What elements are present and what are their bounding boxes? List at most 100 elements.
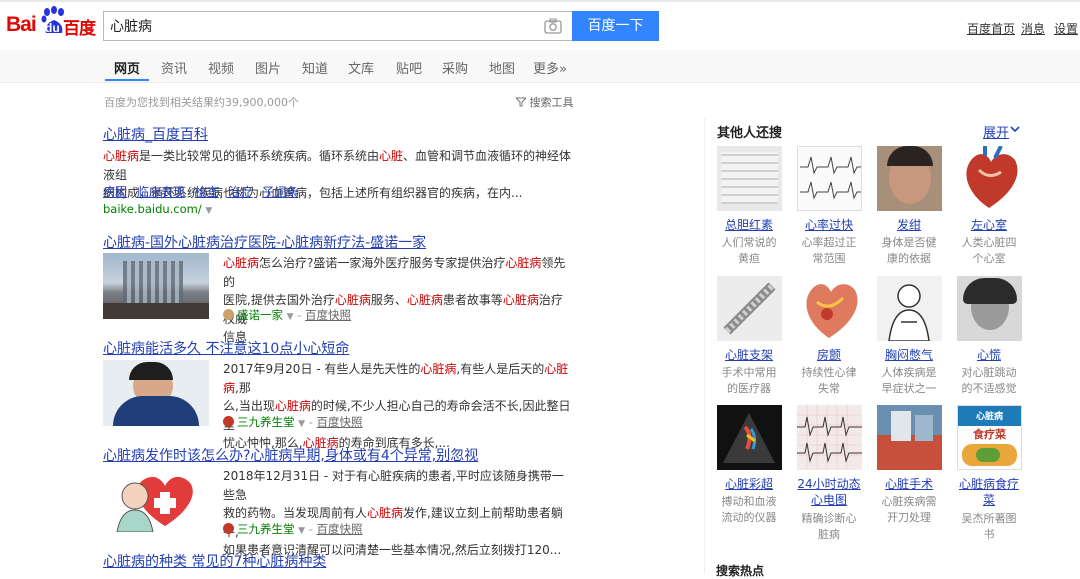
card-desc: 人们常说的 黄疸: [711, 235, 787, 267]
card-image-stent[interactable]: [717, 276, 782, 341]
result-url[interactable]: baike.baidu.com/ ▼: [103, 202, 212, 216]
tab-web[interactable]: 网页: [114, 58, 140, 77]
sublink-subentries[interactable]: 子词条: [262, 185, 298, 199]
sublink-exam[interactable]: 检查: [195, 185, 219, 199]
tab-more[interactable]: 更多»: [533, 58, 567, 77]
card-desc-line: 人类心脏四: [961, 236, 1017, 249]
source-name[interactable]: 三九养生堂: [237, 522, 295, 536]
card-name[interactable]: 心脏支架: [711, 347, 787, 363]
card-desc-line: 对心脏跳动: [961, 366, 1017, 379]
result-title[interactable]: 心脏病能活多久 不注意这10点小心短命: [103, 338, 349, 358]
highlight-term: 心脏病: [274, 399, 311, 413]
card-name[interactable]: 房颤: [791, 347, 867, 363]
card-image-palpitation[interactable]: [957, 276, 1022, 341]
card-image-left-ventricle[interactable]: [957, 146, 1022, 211]
camera-icon[interactable]: [544, 18, 562, 34]
snippet-line: 心脏病是一类比较常见的循环系统疾病。循环系统由心脏、血管和调节血液循环的神经体液…: [103, 147, 573, 184]
card-image-chest-tightness[interactable]: [877, 276, 942, 341]
tab-map[interactable]: 地图: [489, 58, 515, 77]
card-desc-line: 人体疾病是: [881, 366, 937, 379]
result-url-text: baike.baidu.com/: [103, 202, 202, 216]
tab-tieba[interactable]: 贴吧: [396, 58, 422, 77]
chevron-down-icon[interactable]: [1009, 123, 1021, 135]
top-border: [0, 0, 1080, 2]
search-button[interactable]: 百度一下: [572, 11, 659, 41]
tab-news[interactable]: 资讯: [161, 58, 187, 77]
card-image-echocardiogram[interactable]: [717, 405, 782, 470]
card-name[interactable]: 胸闷憋气: [871, 347, 947, 363]
source-name[interactable]: 盛诺一家: [237, 308, 283, 322]
card-desc-line: 康的依据: [887, 252, 931, 265]
tab-images[interactable]: 图片: [255, 58, 281, 77]
chevron-down-icon[interactable]: ▼: [205, 206, 212, 216]
sublink-treatment[interactable]: 治疗: [229, 185, 253, 199]
search-input[interactable]: [110, 12, 540, 40]
active-tab-indicator: [105, 79, 149, 81]
card-name[interactable]: 心脏病食疗菜: [951, 476, 1027, 508]
source-icon: [223, 416, 234, 427]
highlight-term: 心脏病: [334, 293, 371, 307]
result-source-line: 三九养生堂 ▼ - 百度快照: [223, 521, 363, 537]
expand-link[interactable]: 展开: [983, 122, 1009, 141]
highlight-term: 心脏病: [223, 256, 260, 270]
card-image-cyanosis[interactable]: [877, 146, 942, 211]
card-name[interactable]: 心脏手术: [871, 476, 947, 492]
tab-wenku[interactable]: 文库: [348, 58, 374, 77]
sublink-symptoms[interactable]: 临床表现: [137, 185, 185, 199]
card-name[interactable]: 左心室: [951, 217, 1027, 233]
card-image-diet-book[interactable]: 心脏病 食疗菜: [957, 405, 1022, 470]
result-title[interactable]: 心脏病_百度百科: [103, 124, 208, 144]
home-link[interactable]: 百度首页: [967, 20, 1015, 37]
card-desc-line: 早症状之一: [881, 382, 937, 395]
separator: -: [297, 308, 302, 322]
baidu-logo[interactable]: Bai du 百度: [6, 6, 98, 42]
card-desc-line: 的不适感觉: [961, 382, 1017, 395]
card-name[interactable]: 发绀: [871, 217, 947, 233]
chevron-down-icon[interactable]: ▼: [287, 312, 294, 322]
result-sublinks: 病因 临床表现 检查 治疗 子词条: [103, 183, 298, 200]
cache-link[interactable]: 百度快照: [317, 415, 363, 429]
filter-icon: [514, 97, 528, 107]
nav-bar: 网页 资讯 视频 图片 知道 文库 贴吧 采购 地图 更多»: [0, 50, 1080, 83]
card-desc: 手术中常用 的医疗器: [711, 365, 787, 397]
search-tools[interactable]: 搜索工具: [514, 94, 574, 110]
messages-link[interactable]: 消息: [1021, 20, 1045, 37]
result-title[interactable]: 心脏病-国外心脏病治疗医院-心脏病新疗法-盛诺一家: [103, 232, 426, 252]
card-desc-line: 书: [983, 528, 995, 541]
card-name[interactable]: 心慌: [951, 347, 1027, 363]
chevron-down-icon[interactable]: ▼: [298, 419, 305, 429]
result-title[interactable]: 心脏病发作时该怎么办?心脏病早期,身体或有4个异常,别忽视: [103, 445, 478, 465]
tab-video[interactable]: 视频: [208, 58, 234, 77]
cache-link[interactable]: 百度快照: [317, 522, 363, 536]
sublink-cause[interactable]: 病因: [103, 185, 127, 199]
card-name-line: 心脏病食疗: [958, 477, 1019, 491]
tab-zhidao[interactable]: 知道: [302, 58, 328, 77]
card-name[interactable]: 心脏彩超: [711, 476, 787, 492]
worried-man-image[interactable]: [103, 360, 209, 426]
hospital-building-image[interactable]: [103, 253, 209, 319]
card-desc: 人类心脏四 个心室: [951, 235, 1027, 267]
search-box[interactable]: [103, 11, 573, 41]
card-image-holter-ecg[interactable]: [797, 405, 862, 470]
chevron-down-icon[interactable]: ▼: [298, 526, 305, 536]
card-desc: 身体是否健 康的依据: [871, 235, 947, 267]
highlight-term: 心脏病: [367, 506, 404, 520]
cache-link[interactable]: 百度快照: [305, 308, 351, 322]
heart-illustration-image[interactable]: [103, 466, 209, 532]
card-image-heart-surgery[interactable]: [877, 405, 942, 470]
card-desc-line: 常范围: [812, 252, 846, 265]
tab-caigou[interactable]: 采购: [442, 58, 468, 77]
card-image-bilirubin[interactable]: [717, 146, 782, 211]
card-name[interactable]: 总胆红素: [711, 217, 787, 233]
card-desc-line: 吴杰所著图: [961, 512, 1017, 525]
card-name[interactable]: 心率过快: [791, 217, 867, 233]
source-name[interactable]: 三九养生堂: [237, 415, 295, 429]
result-title[interactable]: 心脏病的种类 常见的7种心脏病种类: [103, 551, 326, 571]
card-name[interactable]: 24小时动态 心电图: [791, 476, 867, 508]
snippet-line: 2017年9月20日 - 有些人是先天性的心脏病,有些人是后天的心脏病,那: [223, 362, 569, 395]
card-image-heart-rate[interactable]: [797, 146, 862, 211]
card-image-atrial-fibrillation[interactable]: [797, 276, 862, 341]
panel-divider: [704, 118, 705, 573]
settings-link[interactable]: 设置: [1054, 20, 1078, 37]
highlight-term: 心脏病: [505, 256, 542, 270]
